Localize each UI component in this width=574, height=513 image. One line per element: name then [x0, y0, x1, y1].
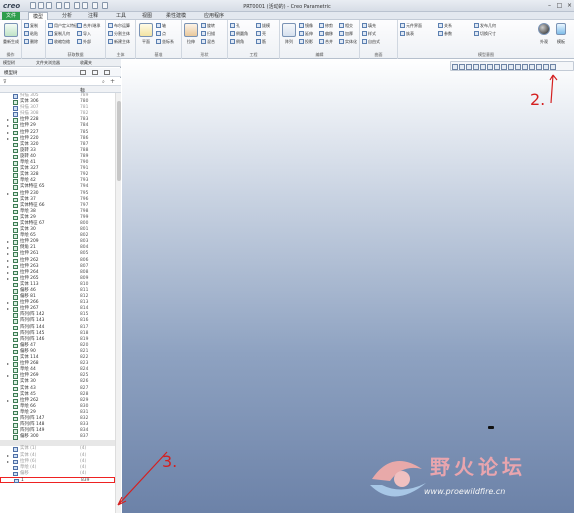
arrow-2: [549, 74, 558, 104]
annotation-overlay: [117, 74, 558, 506]
arrow-3: [117, 451, 168, 506]
creo-window: { "window": {"logo": "creo", "title": "P…: [0, 0, 574, 513]
watermark-logo: [370, 461, 426, 497]
watermark-cn: 野火论坛: [430, 455, 526, 479]
watermark-url: www.proewildfire.cn: [424, 487, 506, 496]
watermark: 野火论坛 www.proewildfire.cn: [362, 447, 574, 513]
annotation-2: 2.: [530, 90, 546, 109]
mouse-cursor: [488, 426, 494, 429]
annotation-3: 3.: [162, 452, 178, 471]
